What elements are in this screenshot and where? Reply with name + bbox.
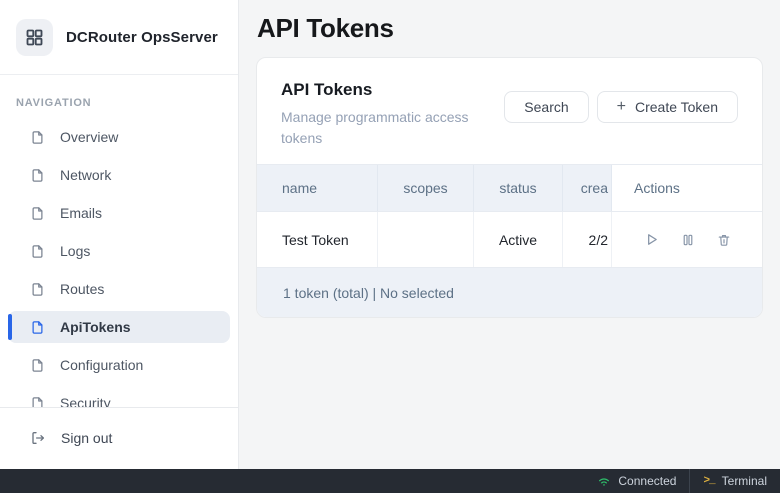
sidebar-item-label: Logs [60, 243, 90, 259]
create-token-button[interactable]: + Create Token [597, 91, 738, 123]
nav-list: Overview Network Emails Logs Routes [0, 115, 238, 419]
sign-out-label: Sign out [61, 430, 112, 446]
file-icon [30, 130, 45, 145]
sidebar-item-label: Configuration [60, 357, 143, 373]
file-icon [30, 358, 45, 373]
connection-status[interactable]: Connected [584, 469, 689, 493]
create-token-label: Create Token [635, 99, 718, 115]
brand: DCRouter OpsServer [0, 0, 238, 75]
terminal-prompt-icon: >_ [703, 475, 714, 487]
active-indicator [8, 314, 12, 340]
app-window: DCRouter OpsServer NAVIGATION Overview N… [0, 0, 780, 469]
sidebar-item-configuration[interactable]: Configuration [8, 349, 230, 381]
sidebar-item-overview[interactable]: Overview [8, 121, 230, 153]
trash-icon[interactable] [717, 233, 731, 247]
connection-status-label: Connected [618, 474, 676, 488]
terminal-button[interactable]: >_ Terminal [690, 469, 780, 493]
sidebar-item-label: Routes [60, 281, 104, 297]
status-bar: Connected >_ Terminal [0, 469, 780, 493]
sidebar-item-network[interactable]: Network [8, 159, 230, 191]
cell-status: Active [474, 212, 563, 267]
sidebar-item-label: Emails [60, 205, 102, 221]
file-icon [30, 320, 45, 335]
column-header-actions: Actions [611, 165, 762, 211]
cell-created-clipped: 2/2 [563, 212, 611, 267]
sidebar-item-label: ApiTokens [60, 319, 131, 335]
sidebar-item-emails[interactable]: Emails [8, 197, 230, 229]
page-title: API Tokens [257, 13, 763, 44]
sidebar-item-apitokens[interactable]: ApiTokens [8, 311, 230, 343]
file-icon [30, 282, 45, 297]
column-header-status[interactable]: status [474, 165, 563, 211]
cell-scopes [378, 212, 474, 267]
table-row[interactable]: Test Token Active 2/2 [257, 211, 762, 267]
search-button[interactable]: Search [504, 91, 588, 123]
main-content: API Tokens API Tokens Manage programmati… [239, 0, 780, 469]
terminal-label: Terminal [722, 474, 767, 488]
tokens-table: name scopes status crea Actions Test Tok… [257, 164, 762, 317]
table-header-row: name scopes status crea Actions [257, 164, 762, 211]
card-header-actions: Search + Create Token [504, 91, 738, 149]
pause-icon[interactable] [681, 233, 695, 247]
cell-actions [611, 212, 762, 267]
file-icon [30, 244, 45, 259]
file-icon [30, 168, 45, 183]
play-icon[interactable] [644, 232, 659, 247]
card-header-text: API Tokens Manage programmatic access to… [281, 80, 486, 149]
brand-name: DCRouter OpsServer [66, 29, 218, 46]
sidebar-item-logs[interactable]: Logs [8, 235, 230, 267]
cell-name: Test Token [257, 212, 378, 267]
nav-section-label: NAVIGATION [16, 97, 222, 109]
sign-out-button[interactable]: Sign out [8, 422, 230, 454]
sidebar-item-label: Overview [60, 129, 118, 145]
logout-icon [30, 430, 46, 446]
sidebar: DCRouter OpsServer NAVIGATION Overview N… [0, 0, 239, 469]
column-header-name[interactable]: name [257, 165, 378, 211]
app-logo [16, 19, 53, 56]
wifi-icon [597, 474, 611, 488]
sidebar-item-label: Network [60, 167, 111, 183]
card-subtitle: Manage programmatic access tokens [281, 107, 486, 149]
grid-icon [24, 27, 45, 48]
sidebar-item-routes[interactable]: Routes [8, 273, 230, 305]
card-title: API Tokens [281, 80, 486, 100]
card-header: API Tokens Manage programmatic access to… [257, 58, 762, 164]
table-footer-summary: 1 token (total) | No selected [257, 267, 762, 317]
search-button-label: Search [524, 99, 568, 115]
file-icon [30, 206, 45, 221]
column-header-created-clipped[interactable]: crea [563, 165, 611, 211]
plus-icon: + [617, 99, 626, 115]
sidebar-footer: Sign out [0, 407, 238, 469]
column-header-scopes[interactable]: scopes [378, 165, 474, 211]
api-tokens-card: API Tokens Manage programmatic access to… [256, 57, 763, 318]
